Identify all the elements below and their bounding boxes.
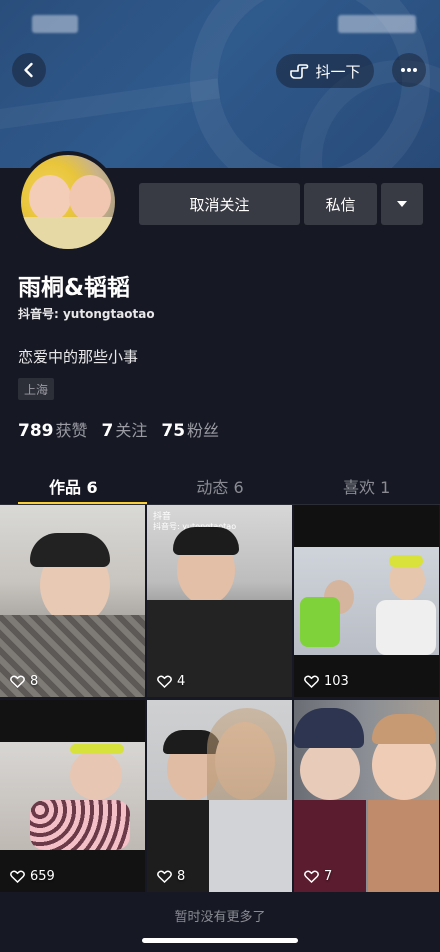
heart-icon xyxy=(10,675,25,688)
video-thumbnail[interactable]: 8 xyxy=(0,505,145,697)
message-button[interactable]: 私信 xyxy=(304,183,377,225)
location-tag: 上海 xyxy=(18,378,55,400)
ellipsis-icon xyxy=(401,68,417,72)
profile-bio: 恋爱中的那些小事 xyxy=(18,348,139,366)
heart-icon xyxy=(304,675,319,688)
video-thumbnail[interactable]: 8 xyxy=(147,700,292,892)
caret-down-icon xyxy=(397,201,407,207)
profile-name: 雨桐&韬韬 xyxy=(18,275,131,301)
heart-icon xyxy=(157,870,172,883)
video-likes: 103 xyxy=(304,674,349,689)
profile-tabs: 作品 6 动态 6 喜欢 1 xyxy=(0,462,440,504)
tab-likes[interactable]: 喜欢 1 xyxy=(293,462,440,504)
more-button[interactable] xyxy=(392,53,426,87)
video-likes: 4 xyxy=(157,674,185,689)
followers-stat[interactable]: 75 粉丝 xyxy=(161,417,219,441)
chevron-left-icon xyxy=(24,62,33,78)
video-likes: 7 xyxy=(304,869,332,884)
following-stat[interactable]: 7 关注 xyxy=(102,417,148,441)
no-more-content-text: 暂时没有更多了 xyxy=(174,910,266,925)
tab-works[interactable]: 作品 6 xyxy=(0,462,147,504)
video-thumbnail[interactable]: 103 xyxy=(294,505,439,697)
video-thumbnail[interactable]: 7 xyxy=(294,700,439,892)
profile-stats: 789 获赞 7 关注 75 粉丝 xyxy=(18,417,219,441)
avatar[interactable] xyxy=(17,151,119,253)
status-bar-time-blurred xyxy=(32,15,78,33)
video-likes: 659 xyxy=(10,869,55,884)
unfollow-button[interactable]: 取消关注 xyxy=(139,183,300,225)
hand-point-icon xyxy=(290,64,309,79)
shake-label: 抖一下 xyxy=(315,62,361,81)
heart-icon xyxy=(10,870,25,883)
video-likes: 8 xyxy=(10,674,38,689)
video-thumbnail[interactable]: 抖音 抖音号: yutongtaotao 4 xyxy=(147,505,292,697)
likes-stat: 789 获赞 xyxy=(18,421,88,441)
recommend-dropdown-button[interactable] xyxy=(381,183,423,225)
status-bar-icons-blurred xyxy=(338,15,416,33)
video-likes: 8 xyxy=(157,869,185,884)
avatar-image xyxy=(21,155,115,249)
back-button[interactable] xyxy=(12,53,46,87)
tab-activity[interactable]: 动态 6 xyxy=(147,462,294,504)
heart-icon xyxy=(304,870,319,883)
home-indicator[interactable] xyxy=(142,938,298,943)
heart-icon xyxy=(157,675,172,688)
douyin-id[interactable]: 抖音号: yutongtaotao xyxy=(18,305,155,322)
profile-banner xyxy=(0,0,440,168)
video-thumbnail[interactable]: 659 xyxy=(0,700,145,892)
shake-button[interactable]: 抖一下 xyxy=(276,54,374,88)
